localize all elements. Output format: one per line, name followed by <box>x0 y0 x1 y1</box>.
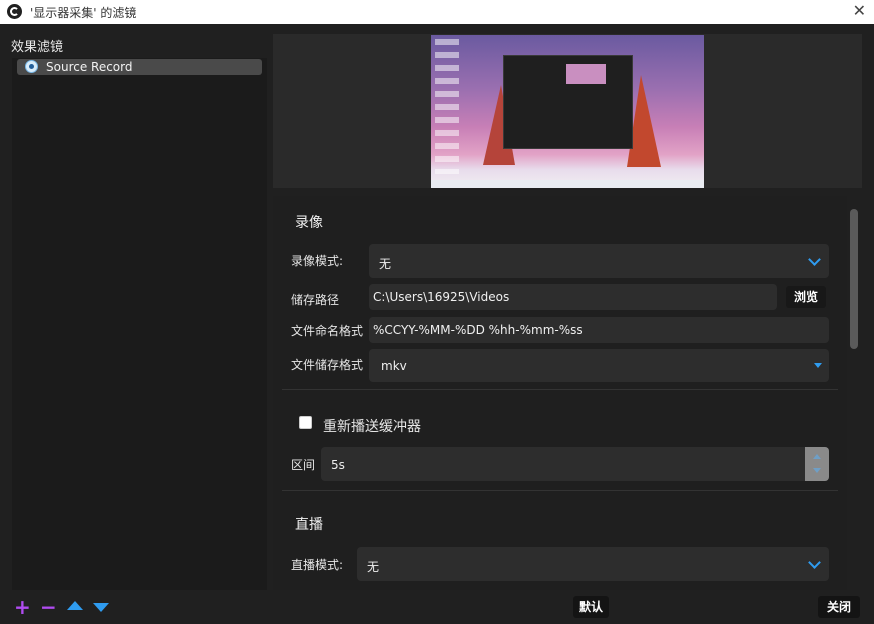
interval-spinner[interactable] <box>805 447 829 481</box>
file-format-select[interactable]: mkv <box>369 349 829 382</box>
file-naming-value: %CCYY-%MM-%DD %hh-%mm-%ss <box>373 323 583 337</box>
storage-path-value: C:\Users\16925\Videos <box>373 290 510 304</box>
file-naming-label: 文件命名格式 <box>291 324 364 338</box>
form-scrollbar[interactable] <box>850 209 858 349</box>
section-divider <box>282 490 838 491</box>
obs-logo-icon <box>7 4 22 19</box>
preview-taskbar <box>431 180 704 188</box>
filter-item-label: Source Record <box>46 60 133 74</box>
title-bar: '显示器采集' 的滤镜 ✕ <box>0 0 874 24</box>
remove-filter-icon[interactable]: − <box>40 597 57 617</box>
increment-arrow-icon[interactable] <box>813 454 821 459</box>
source-preview <box>431 35 704 188</box>
file-naming-field[interactable]: %CCYY-%MM-%DD %hh-%mm-%ss <box>369 317 829 343</box>
streaming-section-title: 直播 <box>295 517 323 533</box>
filter-item-source-record[interactable]: Source Record <box>17 59 262 75</box>
replay-buffer-checkbox[interactable] <box>299 416 312 429</box>
streaming-mode-select[interactable]: 无 <box>357 547 829 581</box>
decrement-arrow-icon[interactable] <box>813 468 821 473</box>
recording-mode-label: 录像模式: <box>291 254 344 268</box>
dropdown-arrow-icon <box>814 363 822 368</box>
recording-mode-value: 无 <box>379 257 392 271</box>
chevron-down-icon <box>808 556 821 569</box>
defaults-button[interactable]: 默认 <box>573 596 609 618</box>
filters-list <box>12 58 267 590</box>
replay-buffer-label: 重新播送缓冲器 <box>323 419 421 435</box>
storage-path-field[interactable]: C:\Users\16925\Videos <box>369 284 777 310</box>
recording-section-title: 录像 <box>295 215 323 231</box>
file-format-label: 文件储存格式 <box>291 358 364 372</box>
recording-mode-select[interactable]: 无 <box>369 244 829 278</box>
streaming-mode-value: 无 <box>367 560 380 574</box>
close-button[interactable]: 关闭 <box>818 596 860 618</box>
eye-visibility-icon[interactable] <box>25 60 38 73</box>
move-down-icon[interactable] <box>93 603 109 612</box>
interval-spinbox[interactable]: 5s <box>321 447 829 481</box>
window-title: '显示器采集' 的滤镜 <box>30 6 137 20</box>
move-up-icon[interactable] <box>67 601 83 610</box>
interval-label: 区间 <box>291 458 316 472</box>
preview-thumbnail <box>566 64 606 84</box>
desktop-icons <box>435 39 459 174</box>
close-icon[interactable]: ✕ <box>853 1 866 20</box>
add-filter-icon[interactable]: + <box>14 597 31 617</box>
file-format-value: mkv <box>381 359 407 373</box>
streaming-mode-label: 直播模式: <box>291 558 344 572</box>
filters-panel-title: 效果滤镜 <box>11 40 64 55</box>
interval-value: 5s <box>331 458 345 472</box>
preview-obs-window <box>503 55 633 149</box>
storage-path-label: 储存路径 <box>291 293 340 307</box>
section-divider <box>282 389 838 390</box>
chevron-down-icon <box>808 253 821 266</box>
browse-button[interactable]: 浏览 <box>786 286 826 308</box>
